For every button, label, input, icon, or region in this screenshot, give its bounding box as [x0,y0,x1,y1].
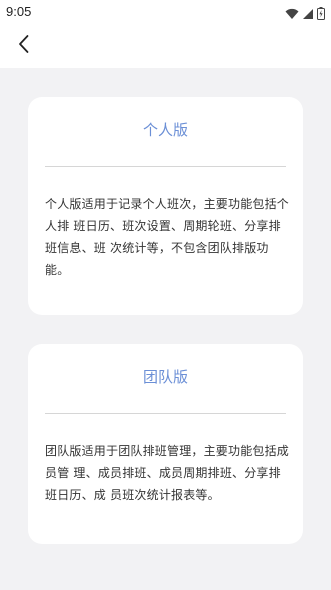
team-plan-description: 团队版适用于团队排班管理，主要功能包括成员管 理、成员排班、成员周期排班、分享排… [45,444,290,502]
personal-plan-card[interactable]: 个人版 个人版适用于记录个人班次，主要功能包括个人排 班日历、班次设置、周期轮班… [28,97,303,315]
status-time: 9:05 [6,4,32,19]
signal-icon [302,5,314,24]
team-plan-card[interactable]: 团队版 团队版适用于团队排班管理，主要功能包括成员管 理、成员排班、成员周期排班… [28,344,303,544]
card-divider [45,413,286,414]
card-divider [45,166,286,167]
personal-plan-title: 个人版 [142,121,188,139]
status-bar: 9:05 [0,0,331,26]
back-button[interactable] [10,32,38,60]
status-icons [285,5,325,24]
wifi-icon [285,5,299,24]
personal-plan-description: 个人版适用于记录个人班次，主要功能包括个人排 班日历、班次设置、周期轮班、分享排… [45,197,290,277]
team-plan-title: 团队版 [142,368,188,386]
chevron-left-icon [17,34,31,58]
app-bar [0,26,331,68]
battery-icon [317,5,325,24]
